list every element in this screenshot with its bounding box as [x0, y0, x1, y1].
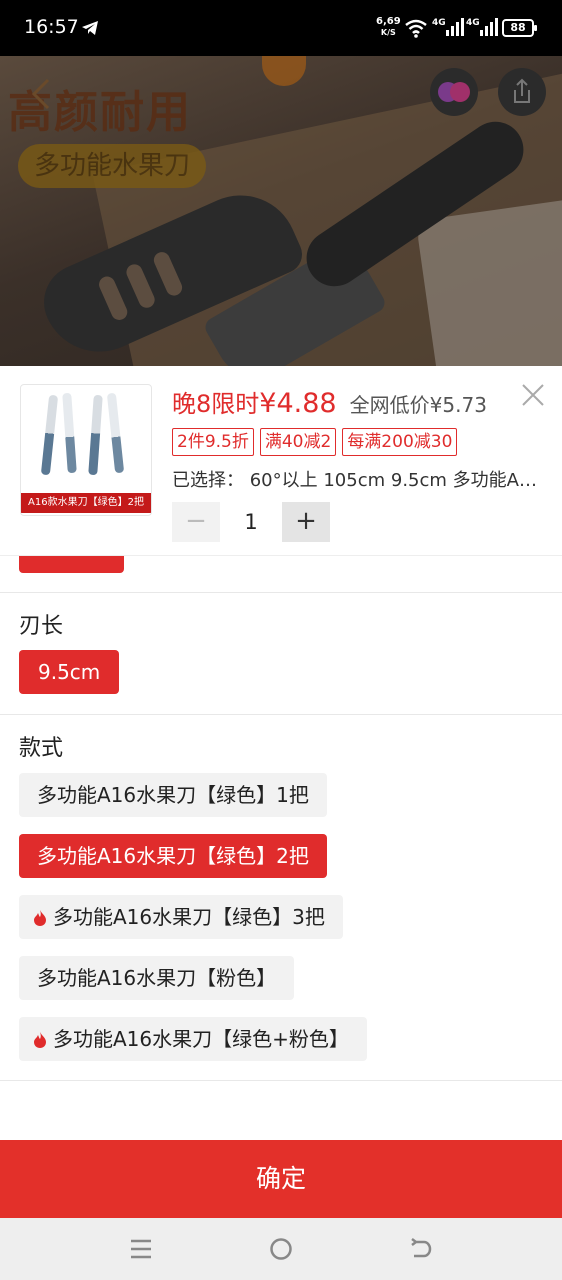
divider [0, 714, 562, 715]
home-icon[interactable] [268, 1236, 294, 1262]
sku-sheet-header: A16款水果刀【绿色】2把 晚8限时¥4.88 全网低价¥5.73 2件9.5折… [0, 366, 562, 556]
hero-tag: 多功能水果刀 [18, 144, 207, 188]
selected-spec: 已选择： 60°以上 105cm 9.5cm 多功能A16水果刀【绿色】2把 [172, 470, 544, 491]
style-option[interactable]: 多功能A16水果刀【绿色】3把 [19, 895, 343, 939]
blade-length-option[interactable]: 9.5cm [19, 650, 120, 694]
price-value: ¥4.88 [259, 388, 337, 419]
status-time: 16:57 [24, 16, 79, 38]
confirm-button[interactable]: 确定 [0, 1140, 562, 1218]
telegram-icon [82, 21, 98, 35]
style-option[interactable]: 多功能A16水果刀【绿色】2把 [19, 834, 327, 878]
signal-4g-icon: 4G [466, 18, 498, 36]
style-option[interactable]: 多功能A16水果刀【绿色】1把 [19, 773, 327, 817]
sku-options-list: 刃长 9.5cm 款式 多功能A16水果刀【绿色】1把 多功能A16水果刀【绿色… [0, 556, 562, 1140]
coupon-tag[interactable]: 每满200减30 [342, 428, 458, 456]
wifi-icon [405, 19, 427, 38]
product-thumbnail: A16款水果刀【绿色】2把 [20, 384, 152, 516]
increase-button[interactable]: + [282, 502, 330, 542]
network-speed: 6,69 K/S [376, 16, 401, 37]
back-icon[interactable] [408, 1236, 434, 1262]
thumbnail-caption: A16款水果刀【绿色】2把 [21, 493, 151, 513]
quantity-stepper: − 1 + [172, 502, 332, 542]
style-title: 款式 [19, 736, 64, 761]
coupon-list: 2件9.5折 满40减2 每满200减30 [172, 428, 458, 456]
signal-4g-icon: 4G [432, 18, 464, 36]
reference-price: 全网低价¥5.73 [349, 393, 487, 417]
hero-fruit [262, 56, 306, 86]
length-option-chip[interactable] [19, 556, 124, 573]
svg-text:4G: 4G [432, 18, 446, 28]
system-nav-bar [0, 1218, 562, 1280]
product-hero-image: 高颜耐用 多功能水果刀 [0, 56, 562, 368]
menu-icon[interactable] [128, 1236, 154, 1262]
coupon-tag[interactable]: 2件9.5折 [172, 428, 254, 456]
chevron-left-icon[interactable] [24, 76, 60, 112]
style-option[interactable]: 多功能A16水果刀【绿色+粉色】 [19, 1017, 367, 1061]
divider [0, 592, 562, 593]
price-row: 晚8限时¥4.88 全网低价¥5.73 [172, 384, 487, 420]
battery-indicator: 88 [502, 19, 537, 37]
coupon-tag[interactable]: 满40减2 [259, 428, 337, 456]
close-icon[interactable] [520, 382, 546, 408]
divider [0, 1080, 562, 1081]
style-option[interactable]: 多功能A16水果刀【粉色】 [19, 956, 295, 1000]
svg-text:4G: 4G [466, 18, 480, 28]
promo-label: 晚8限时 [172, 390, 260, 418]
quantity-value[interactable]: 1 [220, 502, 282, 542]
share-icon[interactable] [498, 68, 546, 116]
status-bar: 16:57 6,69 K/S 4G 4G 88 [0, 0, 562, 56]
fire-icon [34, 1032, 46, 1048]
decrease-button[interactable]: − [172, 502, 220, 542]
dots-icon[interactable] [430, 68, 478, 116]
blade-length-title: 刃长 [19, 614, 64, 639]
fire-icon [34, 910, 46, 926]
